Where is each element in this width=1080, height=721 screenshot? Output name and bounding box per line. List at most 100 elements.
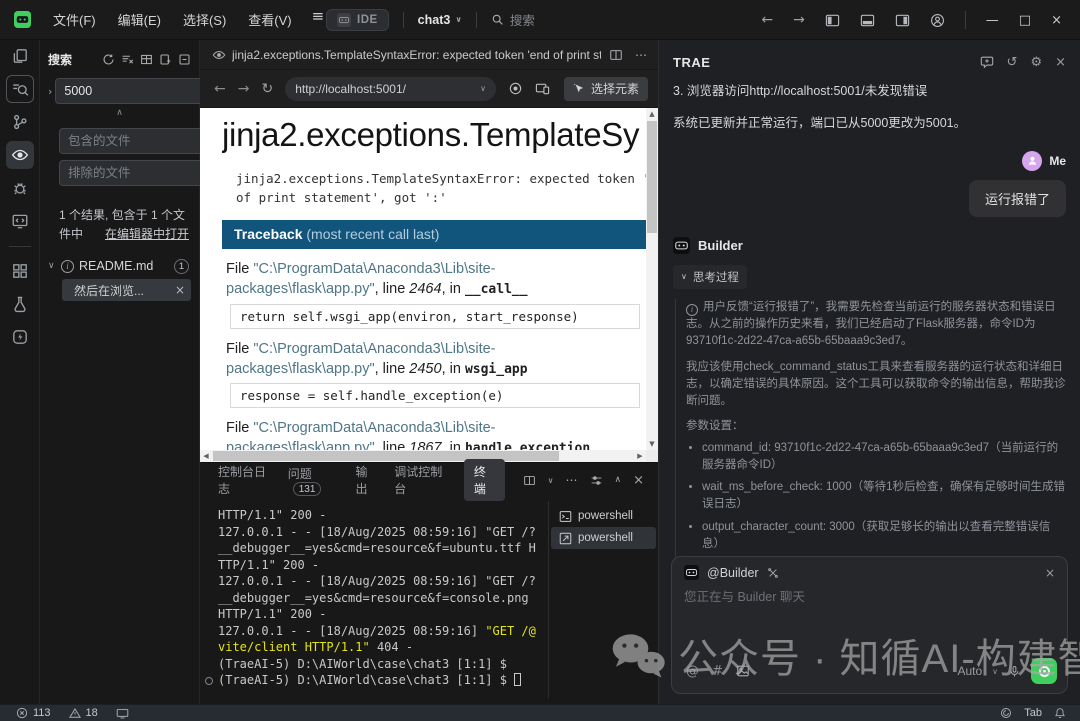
- more-actions-icon[interactable]: ⋯: [635, 48, 648, 62]
- account-icon[interactable]: [930, 13, 945, 28]
- builder-agent-icon: [684, 565, 699, 580]
- nav-forward-icon[interactable]: →: [793, 12, 805, 28]
- vertical-scrollbar[interactable]: ▲ ▼: [646, 108, 658, 450]
- split-editor-icon[interactable]: [609, 48, 623, 62]
- browser-back-icon[interactable]: ←: [214, 81, 226, 97]
- collapse-all-icon[interactable]: [178, 53, 191, 66]
- remote-window-icon[interactable]: [6, 207, 34, 235]
- info-icon: i: [686, 303, 698, 316]
- error-count: 113: [33, 707, 51, 719]
- nav-back-icon[interactable]: ←: [761, 12, 773, 28]
- split-terminal-icon[interactable]: [523, 474, 536, 487]
- menu-edit[interactable]: 编辑(E): [112, 7, 167, 32]
- refresh-icon[interactable]: [102, 53, 115, 66]
- history-icon[interactable]: ↺: [1007, 55, 1018, 70]
- terminal-line: __debugger__=yes&cmd=resource&f=console.…: [218, 590, 529, 605]
- ports-monitor-icon[interactable]: [116, 707, 129, 720]
- result-file-row[interactable]: ∨ i README.md 1: [48, 255, 191, 277]
- new-chat-icon[interactable]: [980, 55, 994, 69]
- gear-icon[interactable]: ⚙: [1030, 55, 1042, 70]
- explorer-icon[interactable]: [6, 42, 34, 70]
- tools-icon[interactable]: [767, 567, 779, 579]
- menu-view[interactable]: 查看(V): [242, 7, 297, 32]
- localhost-link[interactable]: http://localhost:5001/: [749, 84, 864, 98]
- browser-refresh-icon[interactable]: ↻: [261, 81, 273, 97]
- close-panel-icon[interactable]: ×: [1055, 55, 1066, 70]
- search-view-icon[interactable]: [5, 75, 34, 103]
- tab-console-log[interactable]: 控制台日志: [218, 463, 270, 497]
- tab-output[interactable]: 输出: [355, 463, 376, 497]
- toggle-bottom-panel-icon[interactable]: [860, 13, 875, 28]
- scroll-left-icon[interactable]: ◀: [200, 450, 212, 462]
- traceback-frame: File "C:\ProgramData\Anaconda3\Lib\site-…: [222, 259, 658, 329]
- tab-terminal[interactable]: 终端: [463, 459, 505, 501]
- warning-count: 18: [85, 707, 98, 719]
- more-menus-icon[interactable]: ≡: [312, 7, 325, 32]
- inspect-target-icon[interactable]: [508, 81, 523, 96]
- close-window-button[interactable]: ×: [1051, 13, 1062, 28]
- extensions-icon[interactable]: [6, 257, 34, 285]
- scrollbar-thumb[interactable]: [647, 121, 657, 233]
- more-actions-icon[interactable]: ⋯: [566, 473, 578, 487]
- collapse-details-icon[interactable]: ∧: [48, 108, 191, 122]
- tab-debug-console[interactable]: 调试控制台: [394, 463, 446, 497]
- image-attach-icon[interactable]: [736, 664, 750, 678]
- device-toolbar-icon[interactable]: [535, 81, 550, 96]
- preview-eye-icon[interactable]: [5, 141, 34, 169]
- open-in-editor-link[interactable]: 在编辑器中打开: [105, 225, 189, 244]
- clear-context-icon[interactable]: ×: [1045, 566, 1055, 580]
- terminal-icon: [559, 510, 572, 523]
- menu-selection[interactable]: 选择(S): [177, 7, 232, 32]
- minimize-button[interactable]: —: [986, 13, 999, 28]
- maximize-button[interactable]: □: [1019, 13, 1031, 28]
- dismiss-match-icon[interactable]: ×: [175, 283, 185, 297]
- chevron-down-icon[interactable]: ∨: [548, 476, 554, 485]
- thinking-toggle[interactable]: ∨ 思考过程: [673, 264, 747, 289]
- horizontal-scrollbar[interactable]: ◀ ▶: [200, 450, 646, 462]
- clear-results-icon[interactable]: [121, 53, 134, 66]
- new-search-editor-icon[interactable]: [159, 53, 172, 66]
- scroll-down-icon[interactable]: ▼: [646, 438, 658, 450]
- terminal-session[interactable]: powershell: [551, 505, 656, 527]
- ai-status-icon[interactable]: [1000, 707, 1012, 719]
- debug-icon[interactable]: [6, 174, 34, 202]
- result-match-row[interactable]: 然后在浏览... ×: [62, 279, 191, 302]
- bell-icon[interactable]: [1054, 707, 1066, 719]
- scrollbar-thumb[interactable]: [213, 451, 559, 461]
- problems-status[interactable]: 113 18: [16, 707, 129, 720]
- ide-mode-badge[interactable]: IDE: [326, 8, 389, 31]
- chat-input[interactable]: [684, 586, 1055, 652]
- toggle-left-panel-icon[interactable]: [825, 13, 840, 28]
- mention-icon[interactable]: @: [686, 664, 699, 679]
- model-mode-selector[interactable]: Auto: [957, 664, 982, 678]
- terminal-output[interactable]: HTTP/1.1" 200 - 127.0.0.1 - - [18/Aug/20…: [200, 497, 548, 704]
- scroll-right-icon[interactable]: ▶: [634, 450, 646, 462]
- tab-completion-status[interactable]: Tab: [1024, 707, 1042, 719]
- match-text: 然后在浏览...: [74, 283, 145, 298]
- url-bar[interactable]: http://localhost:5001/ ∨: [285, 76, 496, 101]
- toggle-replace-icon[interactable]: ›: [48, 85, 52, 98]
- context-hash-icon[interactable]: #: [712, 664, 723, 679]
- close-panel-icon[interactable]: ×: [633, 473, 644, 488]
- chevron-down-icon[interactable]: ∨: [992, 667, 998, 676]
- tab-problems[interactable]: 问题131: [288, 465, 338, 496]
- composer-context-label[interactable]: @Builder: [707, 566, 759, 580]
- editor-tab-title[interactable]: jinja2.exceptions.TemplateSyntaxError: e…: [232, 48, 601, 62]
- filter-settings-icon[interactable]: [590, 474, 603, 487]
- chevron-down-icon: ∨: [681, 272, 687, 282]
- menu-file[interactable]: 文件(F): [47, 7, 102, 32]
- select-element-button[interactable]: 选择元素: [563, 76, 648, 101]
- source-control-icon[interactable]: [6, 108, 34, 136]
- maximize-panel-icon[interactable]: ∧: [615, 475, 622, 485]
- terminal-session-active[interactable]: powershell: [551, 527, 656, 549]
- toggle-right-panel-icon[interactable]: [895, 13, 910, 28]
- browser-forward-icon[interactable]: →: [238, 81, 250, 97]
- sidebar-title: 搜索: [48, 52, 73, 67]
- global-search[interactable]: 搜索: [491, 10, 535, 29]
- project-selector[interactable]: chat3 ∨: [418, 13, 462, 27]
- test-lab-icon[interactable]: [6, 290, 34, 318]
- microphone-icon[interactable]: [1008, 665, 1021, 678]
- plugin-spark-icon[interactable]: [6, 323, 34, 351]
- send-button[interactable]: [1031, 658, 1057, 684]
- open-search-editor-icon[interactable]: [140, 53, 153, 66]
